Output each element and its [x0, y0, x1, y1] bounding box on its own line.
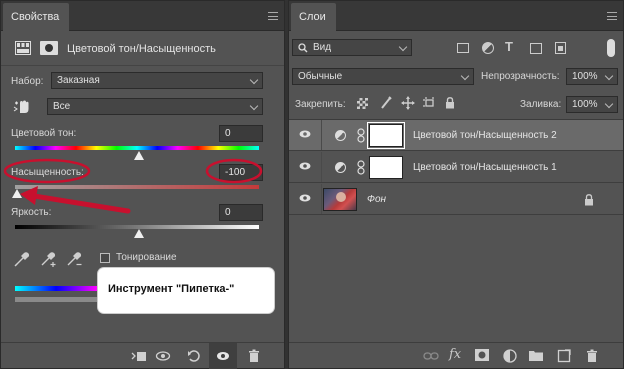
lock-label: Закрепить: — [295, 99, 346, 110]
chevron-down-icon — [460, 71, 470, 81]
colorize-checkbox[interactable] — [100, 253, 110, 263]
layer-mask-thumbnail[interactable] — [369, 156, 403, 179]
layer-row[interactable]: Цветовой тон/Насыщенность 2 — [289, 120, 623, 151]
annotation-arrow — [31, 193, 131, 214]
lightness-slider-thumb[interactable] — [134, 229, 144, 238]
add-mask-icon[interactable] — [475, 349, 489, 363]
divider — [321, 152, 322, 182]
blend-mode-value: Обычные — [298, 71, 343, 82]
blend-mode-dropdown[interactable]: Обычные — [292, 68, 474, 85]
chain-link-icon[interactable] — [357, 160, 365, 175]
lock-artboard-icon[interactable] — [423, 97, 436, 109]
saturation-value-highlight — [205, 158, 263, 184]
lock-position-icon[interactable] — [401, 96, 415, 110]
link-layers-icon[interactable] — [423, 349, 439, 363]
new-layer-icon[interactable] — [557, 349, 571, 363]
layer-mask-thumbnail[interactable] — [367, 122, 405, 149]
layer-row[interactable]: Цветовой тон/Насыщенность 1 — [289, 152, 623, 183]
lock-transparent-pixels-icon[interactable] — [357, 98, 368, 109]
properties-bottom-toolbar — [1, 342, 284, 369]
eyedropper-icon[interactable] — [13, 250, 31, 268]
filter-smart-object-icon[interactable] — [555, 42, 566, 54]
eye-icon[interactable] — [299, 194, 311, 202]
layer-name[interactable]: Цветовой тон/Насыщенность 2 — [413, 130, 557, 141]
eye-icon[interactable] — [299, 130, 311, 138]
divider — [321, 120, 322, 150]
layer-row[interactable]: Фон — [289, 184, 623, 215]
search-icon — [298, 43, 308, 53]
visibility-toggle-button[interactable] — [209, 343, 237, 369]
view-previous-state-icon[interactable] — [155, 349, 171, 363]
filter-pixel-icon[interactable] — [457, 43, 469, 53]
fill-input[interactable]: 100% — [566, 96, 618, 113]
chevron-down-icon — [398, 42, 408, 52]
layers-bottom-toolbar: fx — [289, 342, 623, 368]
annotation-overlay — [3, 158, 263, 214]
filter-toggle-switch[interactable] — [607, 39, 615, 57]
chevron-down-icon — [604, 71, 614, 81]
layer-style-fx-icon[interactable]: fx — [449, 347, 463, 362]
divider — [321, 184, 322, 214]
lock-image-pixels-icon[interactable] — [380, 96, 392, 110]
layer-thumbnail[interactable] — [323, 188, 357, 211]
clip-to-layer-icon[interactable] — [131, 349, 146, 363]
eyedropper-plus-icon[interactable] — [39, 250, 59, 268]
opacity-value: 100% — [572, 71, 598, 82]
reset-icon[interactable] — [187, 349, 201, 363]
lock-all-icon[interactable] — [445, 97, 455, 109]
adjustment-layer-icon — [335, 162, 346, 173]
layer-filter-dropdown[interactable]: Вид — [292, 39, 412, 56]
eyedropper-minus-icon[interactable] — [65, 250, 85, 268]
lock-icon[interactable] — [584, 194, 594, 206]
fill-value: 100% — [572, 99, 598, 110]
panel-menu-icon[interactable] — [607, 12, 617, 20]
trash-icon[interactable] — [247, 349, 261, 363]
chevron-down-icon — [604, 99, 614, 109]
layers-tabbar: Слои — [289, 1, 623, 31]
opacity-label: Непрозрачность: — [481, 71, 560, 82]
new-group-folder-icon[interactable] — [529, 349, 543, 363]
eyedropper-tooltip: Инструмент "Пипетка-" — [98, 268, 274, 313]
layer-filter-value: Вид — [313, 42, 332, 53]
trash-icon[interactable] — [585, 349, 599, 363]
layer-name[interactable]: Цветовой тон/Насыщенность 1 — [413, 162, 557, 173]
fill-label: Заливка: — [520, 99, 562, 110]
adjustment-layer-icon — [335, 130, 346, 141]
tab-layers[interactable]: Слои — [291, 3, 336, 31]
layers-panel: Слои Вид T Обычные Непрозрачность: 100% … — [288, 0, 624, 369]
filter-type-icon[interactable]: T — [505, 39, 513, 54]
colorize-label: Тонирование — [116, 252, 177, 263]
layer-name[interactable]: Фон — [367, 194, 386, 205]
opacity-input[interactable]: 100% — [566, 68, 618, 85]
eye-icon[interactable] — [299, 162, 311, 170]
filter-adjustment-icon[interactable] — [482, 42, 494, 54]
filter-shape-icon[interactable] — [530, 43, 542, 54]
new-adjustment-layer-icon[interactable] — [503, 349, 517, 363]
saturation-label-highlight — [3, 158, 91, 184]
chain-link-icon[interactable] — [357, 128, 365, 143]
